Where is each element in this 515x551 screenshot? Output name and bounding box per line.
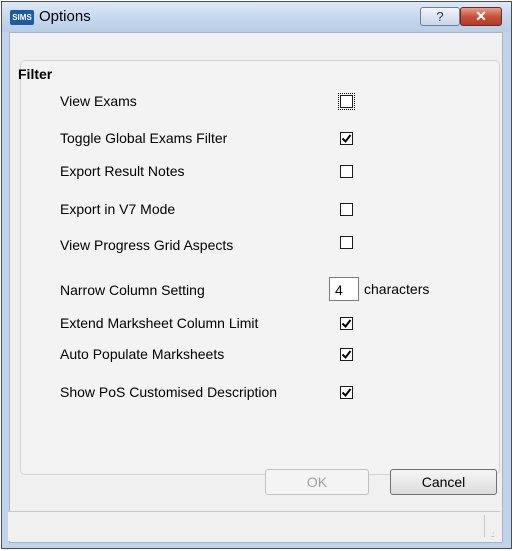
narrow-column-input[interactable] xyxy=(329,277,359,301)
cancel-button[interactable]: Cancel xyxy=(390,469,497,495)
checkbox-auto-populate-marksheets[interactable] xyxy=(340,348,353,361)
checkbox-view-progress-grid-aspects[interactable] xyxy=(340,236,353,249)
checkbox-export-result-notes[interactable] xyxy=(340,165,353,178)
narrow-column-suffix: characters xyxy=(364,281,430,297)
narrow-column-label: Narrow Column Setting xyxy=(60,282,205,298)
option-label-view-exams: View Exams xyxy=(60,93,137,109)
close-button[interactable]: ✕ xyxy=(460,7,502,26)
filter-section-title: Filter xyxy=(18,66,53,82)
status-bar xyxy=(8,511,500,541)
checkbox-toggle-global-exams-filter[interactable] xyxy=(340,132,353,145)
help-button[interactable]: ? xyxy=(420,7,460,26)
filter-panel xyxy=(20,60,500,475)
check-icon xyxy=(341,388,352,398)
sims-app-icon: SIMS xyxy=(10,10,34,25)
status-bar-divider xyxy=(484,515,485,537)
checkbox-export-in-v7-mode[interactable] xyxy=(340,203,353,216)
options-dialog: SIMS Options ? ✕ xyxy=(1,1,512,549)
option-label-show-pos-customised-description: Show PoS Customised Description xyxy=(60,384,278,400)
option-label-view-progress-grid-aspects: View Progress Grid Aspects xyxy=(60,237,234,253)
option-label-export-in-v7-mode: Export in V7 Mode xyxy=(60,201,176,217)
option-label-toggle-global-exams-filter: Toggle Global Exams Filter xyxy=(60,130,228,146)
resize-grip-icon[interactable]: .: xyxy=(491,530,495,539)
ok-button[interactable]: OK xyxy=(265,469,369,495)
check-icon xyxy=(341,350,352,360)
checkbox-extend-marksheet-column-limit[interactable] xyxy=(340,317,353,330)
window-title: Options xyxy=(39,8,91,25)
check-icon xyxy=(341,134,352,144)
option-label-export-result-notes: Export Result Notes xyxy=(60,163,185,179)
checkbox-show-pos-customised-description[interactable] xyxy=(340,386,353,399)
title-bar[interactable]: SIMS Options ? ✕ xyxy=(2,2,511,32)
option-label-auto-populate-marksheets: Auto Populate Marksheets xyxy=(60,346,225,362)
check-icon xyxy=(341,319,352,329)
option-label-extend-marksheet-column-limit: Extend Marksheet Column Limit xyxy=(60,315,259,331)
checkbox-view-exams[interactable] xyxy=(338,93,355,110)
